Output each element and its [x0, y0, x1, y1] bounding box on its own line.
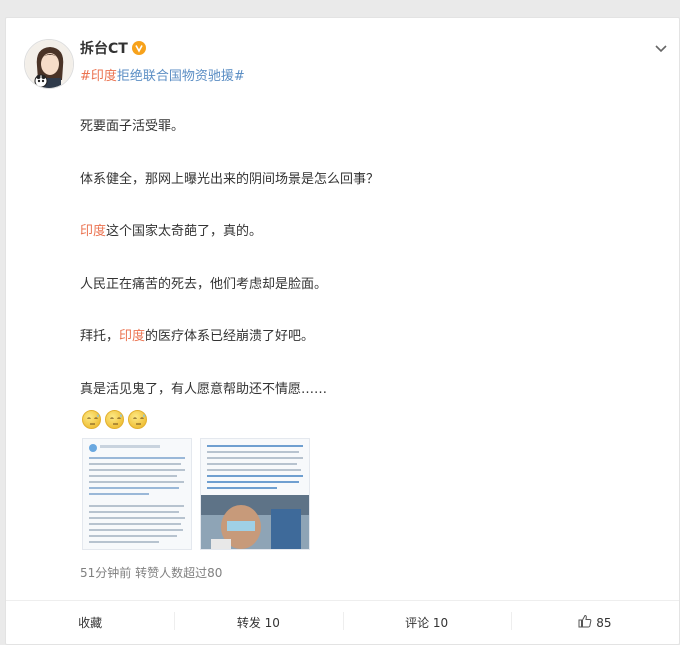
content-line: 人民正在痛苦的死去，他们考虑却是脸面。: [80, 276, 640, 329]
content-text: 的医疗体系已经崩溃了好吧。: [145, 329, 315, 344]
content-text: 拜托，: [80, 329, 120, 344]
weibo-post-card: 拆台CT #印度拒绝联合国物资驰援# 死要面子活受罪。体系健全，那网上曝光出来的…: [5, 17, 680, 645]
like-button[interactable]: 85: [510, 612, 679, 631]
favorite-button[interactable]: 收藏: [6, 614, 174, 631]
chevron-down-icon[interactable]: [653, 40, 669, 56]
like-count[interactable]: 85: [596, 616, 611, 630]
post-image-1[interactable]: [82, 438, 192, 550]
avatar[interactable]: [24, 39, 74, 89]
username-text[interactable]: 拆台CT: [80, 38, 128, 58]
repost-label[interactable]: 转发 10: [237, 616, 280, 630]
content-line: 拜托，印度的医疗体系已经崩溃了好吧。: [80, 328, 640, 381]
comment-label[interactable]: 评论 10: [405, 616, 448, 630]
repost-button[interactable]: 转发 10: [174, 612, 342, 631]
username[interactable]: 拆台CT: [80, 38, 146, 58]
sweat-face-icon: [128, 410, 147, 429]
topic-highlight[interactable]: #印度: [80, 69, 117, 84]
sweat-face-icon: [105, 410, 124, 429]
image-grid: [82, 438, 310, 550]
topic-text[interactable]: 拒绝联合国物资驰援#: [117, 69, 245, 84]
post-image-2[interactable]: [200, 438, 310, 550]
verified-icon: [131, 41, 146, 55]
content-line: 死要面子活受罪。: [80, 118, 640, 171]
content-text: 死要面子活受罪。: [80, 119, 185, 134]
comment-button[interactable]: 评论 10: [342, 612, 511, 631]
content-text: 真是活见鬼了，有人愿意帮助还不情愿……: [80, 381, 328, 397]
sweat-face-icon: [82, 410, 101, 429]
highlight-link[interactable]: 印度: [119, 329, 145, 344]
thumbs-up-icon[interactable]: [578, 614, 592, 631]
content-text: 这个国家太奇葩了，真的。: [106, 224, 263, 239]
highlight-link[interactable]: 印度: [80, 224, 106, 239]
emoji-row: [82, 410, 147, 429]
topic-link[interactable]: #印度拒绝联合国物资驰援#: [80, 65, 245, 84]
action-bar: 收藏 转发 10 评论 10 85: [6, 600, 679, 644]
content-text: 体系健全，那网上曝光出来的阴间场景是怎么回事？: [80, 171, 380, 187]
content-line: 真是活见鬼了，有人愿意帮助还不情愿……: [80, 381, 640, 434]
content-line: 印度这个国家太奇葩了，真的。: [80, 223, 640, 276]
post-meta: 51分钟前 转赞人数超过80: [80, 566, 223, 580]
favorite-label[interactable]: 收藏: [78, 616, 102, 630]
post-content: 死要面子活受罪。 体系健全，那网上曝光出来的阴间场景是怎么回事？ 印度这个国家太奇葩…: [80, 118, 640, 433]
content-text: 人民正在痛苦的死去，他们考虑却是脸面。: [80, 276, 328, 292]
content-line: 体系健全，那网上曝光出来的阴间场景是怎么回事？: [80, 171, 640, 224]
